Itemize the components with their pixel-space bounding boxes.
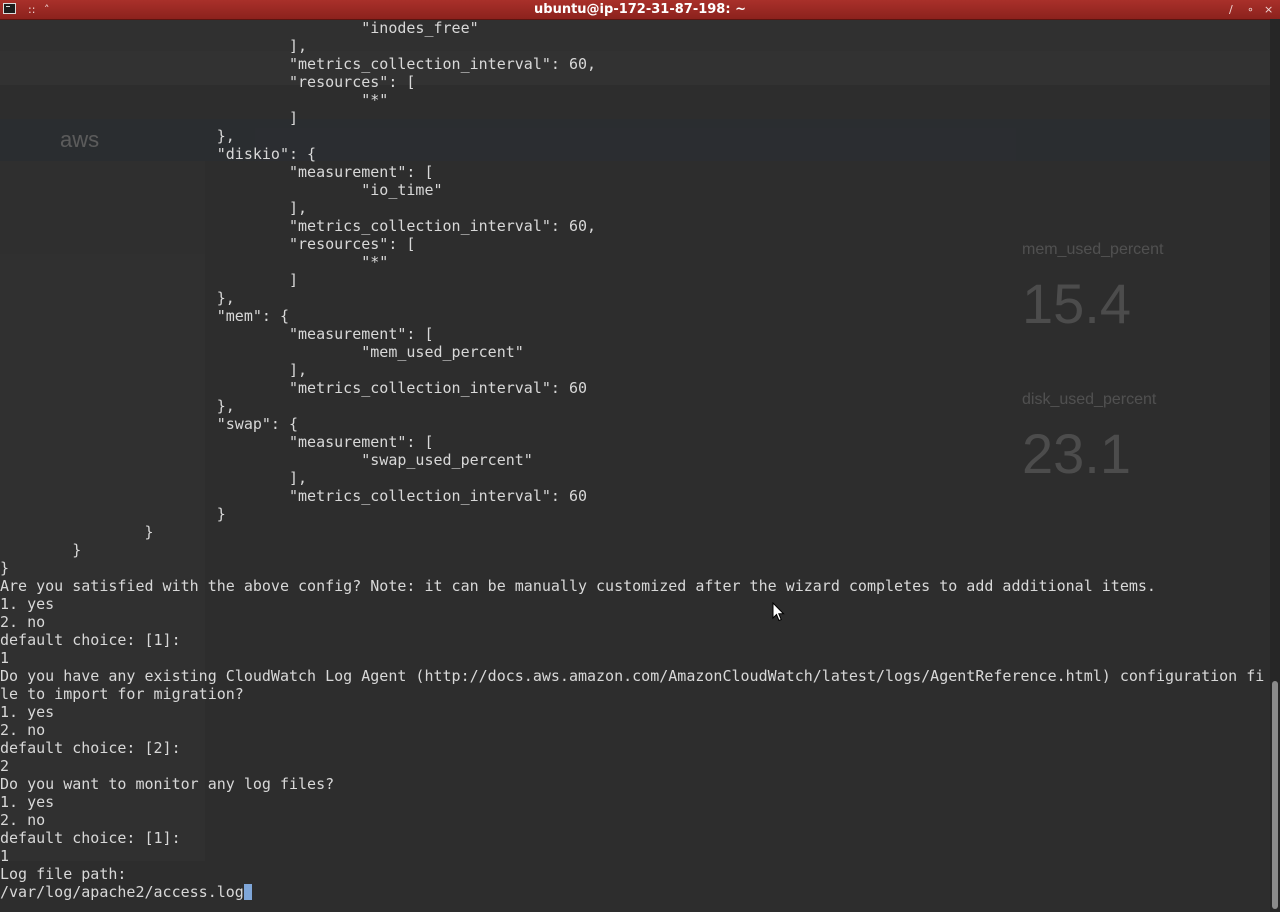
- terminal-line: "swap_used_percent": [0, 451, 533, 469]
- terminal-line: default choice: [1]:: [0, 829, 181, 847]
- terminal-line: }: [0, 505, 226, 523]
- terminal-line: Do you have any existing CloudWatch Log …: [0, 667, 1265, 685]
- terminal-line: 1. yes: [0, 595, 55, 613]
- terminal-line: ],: [0, 361, 308, 379]
- terminal-line: "measurement": [: [0, 325, 434, 343]
- terminal-line: 1: [0, 649, 10, 667]
- terminal-line: 1: [0, 847, 10, 865]
- terminal-line: "mem": {: [0, 307, 289, 325]
- terminal-line: "metrics_collection_interval": 60,: [0, 55, 597, 73]
- terminal-line: ],: [0, 199, 308, 217]
- terminal-line: 2. no: [0, 721, 46, 739]
- terminal-line: "measurement": [: [0, 163, 434, 181]
- terminal-line: "metrics_collection_interval": 60,: [0, 217, 597, 235]
- terminal-line: default choice: [2]:: [0, 739, 181, 757]
- terminal-line: le to import for migration?: [0, 685, 244, 703]
- close-button[interactable]: ×: [1264, 1, 1273, 18]
- terminal-line: }: [0, 559, 10, 577]
- window-titlebar[interactable]: :: ˄ ubuntu@ip-172-31-87-198: ~ ∕ ∘ ×: [0, 0, 1280, 20]
- terminal-line: default choice: [1]:: [0, 631, 181, 649]
- terminal-line: "mem_used_percent": [0, 343, 524, 361]
- terminal-line: 1. yes: [0, 703, 55, 721]
- terminal-input-value[interactable]: /var/log/apache2/access.log: [0, 883, 244, 901]
- terminal-line: 2. no: [0, 811, 46, 829]
- terminal-line: Do you want to monitor any log files?: [0, 775, 335, 793]
- terminal-line: },: [0, 397, 235, 415]
- terminal-line: Are you satisfied with the above config?…: [0, 577, 1156, 595]
- terminal-line: }: [0, 523, 154, 541]
- terminal-line: 2: [0, 757, 10, 775]
- terminal-line: 1. yes: [0, 793, 55, 811]
- terminal-line: "swap": {: [0, 415, 299, 433]
- terminal-line: Log file path:: [0, 865, 127, 883]
- terminal-line: 2. no: [0, 613, 46, 631]
- terminal-line: ],: [0, 469, 308, 487]
- terminal-line: "*": [0, 253, 389, 271]
- terminal-line: ]: [0, 271, 299, 289]
- maximize-button[interactable]: ∘: [1247, 1, 1254, 18]
- terminal-line: }: [0, 541, 82, 559]
- minimize-button[interactable]: ∕: [1229, 1, 1233, 18]
- terminal-line: ],: [0, 37, 308, 55]
- terminal-output[interactable]: "inodes_free" ], "metrics_collection_int…: [0, 19, 1270, 901]
- terminal-line: "metrics_collection_interval": 60: [0, 379, 587, 397]
- terminal-line: "measurement": [: [0, 433, 434, 451]
- terminal-line: "inodes_free": [0, 19, 479, 37]
- terminal-line: "resources": [: [0, 73, 416, 91]
- terminal-input-line[interactable]: /var/log/apache2/access.log: [0, 883, 1270, 901]
- terminal-line: "metrics_collection_interval": 60: [0, 487, 587, 505]
- scrollbar-thumb[interactable]: [1272, 681, 1278, 909]
- text-cursor: [243, 884, 252, 900]
- window-title: ubuntu@ip-172-31-87-198: ~: [534, 2, 746, 17]
- terminal-line: "diskio": {: [0, 145, 317, 163]
- terminal-scrollbar[interactable]: [1270, 19, 1280, 912]
- terminal-line: ]: [0, 109, 299, 127]
- terminal-line: "resources": [: [0, 235, 416, 253]
- terminal-line: },: [0, 289, 235, 307]
- terminal-line: "io_time": [0, 181, 443, 199]
- terminal-line: },: [0, 127, 235, 145]
- mouse-pointer-icon: [772, 602, 785, 622]
- terminal-line: "*": [0, 91, 389, 109]
